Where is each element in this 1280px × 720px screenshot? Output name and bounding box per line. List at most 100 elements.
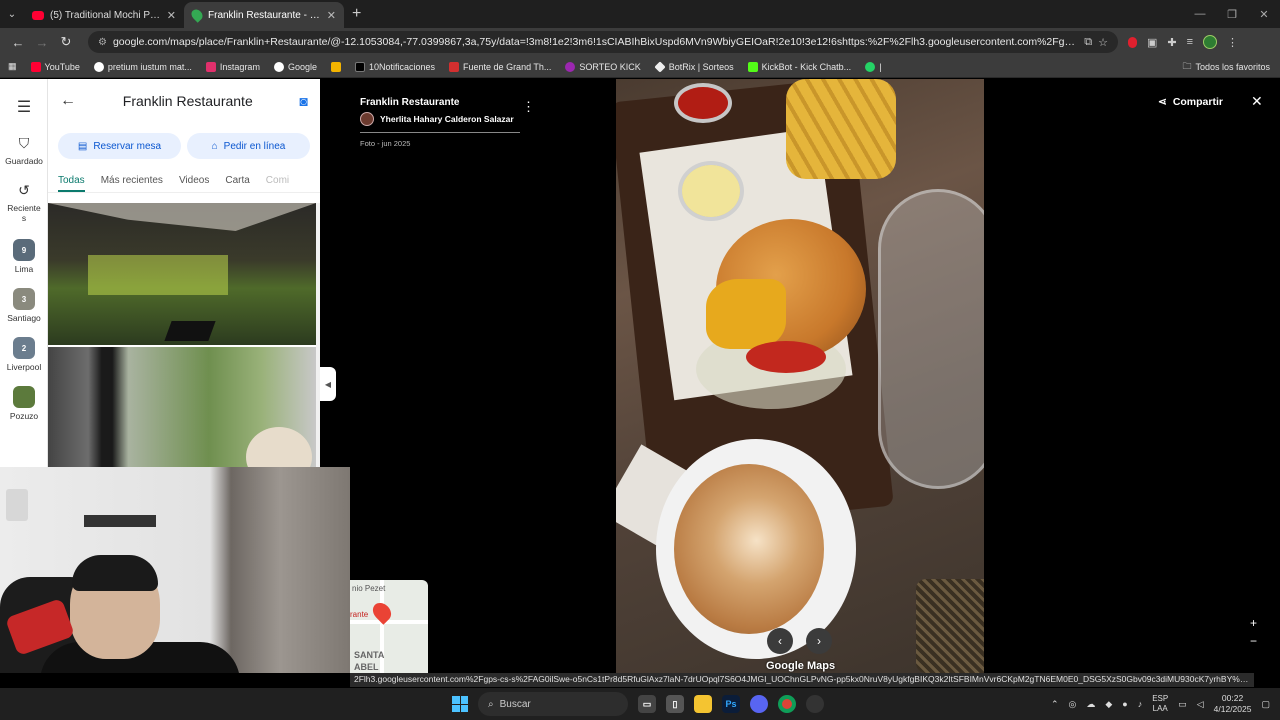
clock[interactable]: 00:22 4/12/2025 <box>1214 693 1252 715</box>
ketchup-shape <box>674 83 732 123</box>
extension-icon[interactable]: ▣ <box>1147 36 1157 49</box>
reserve-table-button[interactable]: ▤ Reservar mesa <box>58 133 181 159</box>
rail-item-liverpool[interactable]: 2 Liverpool <box>0 337 48 372</box>
monitor-icon[interactable]: ▭ <box>1178 699 1187 710</box>
rail-item-lima[interactable]: 9 Lima <box>0 239 48 274</box>
url-field[interactable]: ⚙ google.com/maps/place/Franklin+Restaur… <box>88 31 1118 53</box>
microphone-icon[interactable]: ♪ <box>1138 699 1143 709</box>
task-view-icon[interactable]: ▭ <box>638 695 656 713</box>
file-explorer-icon[interactable] <box>694 695 712 713</box>
road-shape <box>350 620 428 624</box>
bookmark-instagram[interactable]: Instagram <box>205 61 260 72</box>
tray-app-icon[interactable]: ◎ <box>1068 699 1076 710</box>
order-online-button[interactable]: ⌂ Pedir en línea <box>187 133 310 159</box>
bookmarks-folder[interactable]: 🗀 Todos los favoritos <box>1182 59 1270 75</box>
bookmark-sorteo-kick[interactable]: SORTEO KICK <box>565 61 641 72</box>
collapse-panel-button[interactable]: ◀ <box>320 367 336 401</box>
whatsapp-icon <box>865 61 876 72</box>
profile-avatar[interactable] <box>1203 35 1218 49</box>
menu-icon[interactable]: ⋮ <box>1227 36 1238 49</box>
bookmark-kickbot[interactable]: KickBot - Kick Chatb... <box>747 61 851 72</box>
close-tab-icon[interactable]: ✕ <box>167 9 176 22</box>
media-icon[interactable]: ≡ <box>1187 36 1193 48</box>
extension-red-icon[interactable] <box>1128 36 1137 48</box>
panel-scrollbar[interactable] <box>316 203 320 467</box>
bag-icon: ⌂ <box>211 140 218 152</box>
new-tab-button[interactable]: + <box>352 5 361 23</box>
minimap-label: rante <box>350 610 369 619</box>
add-photo-icon[interactable]: ◙ <box>300 93 308 109</box>
menu-button[interactable]: ☰ <box>0 97 48 117</box>
bookmark-fuente[interactable]: Fuente de Grand Th... <box>449 61 551 72</box>
photo-thumbnail-terrace[interactable] <box>48 203 316 345</box>
youtube-icon <box>30 61 41 72</box>
panel-header: ← Franklin Restaurante ◙ <box>48 79 320 123</box>
bookmark-google[interactable]: Google <box>273 61 317 72</box>
taskbar-search[interactable]: ⌕ Buscar <box>478 692 628 716</box>
apps-icon[interactable]: ▦ <box>8 61 17 72</box>
bookmark-youtube[interactable]: YouTube <box>30 61 80 72</box>
rail-item-saved[interactable]: ⛉ Guardado <box>0 135 48 166</box>
tab-all[interactable]: Todas <box>58 175 85 192</box>
rail-item-recent[interactable]: ↺ Reciente s <box>0 182 48 223</box>
tab-google-maps[interactable]: Franklin Restaurante - Google M ✕ <box>184 2 344 28</box>
photo-thumbnail-garden[interactable] <box>48 347 316 487</box>
close-viewer-icon[interactable]: ✕ <box>1251 93 1263 110</box>
place-name[interactable]: Franklin Restaurante <box>360 97 520 108</box>
tray-app-icon[interactable]: ◆ <box>1105 699 1112 710</box>
back-icon[interactable]: ← <box>6 35 30 50</box>
windows-start-icon[interactable] <box>452 696 468 712</box>
tab-youtube[interactable]: (5) Traditional Mochi Pounding ✕ <box>24 2 184 28</box>
next-photo-button[interactable]: › <box>806 628 832 654</box>
prev-photo-button[interactable]: ‹ <box>767 628 793 654</box>
install-icon[interactable]: ⧉ <box>1084 36 1092 49</box>
reload-icon[interactable]: ↻ <box>54 34 78 50</box>
back-arrow-icon[interactable]: ← <box>60 92 76 110</box>
forward-icon[interactable]: → <box>30 35 54 50</box>
bookmark-whatsapp[interactable]: | <box>865 61 882 72</box>
zoom-out-icon[interactable]: − <box>1250 634 1257 648</box>
author-row[interactable]: Yherlita Hahary Calderon Salazar <box>360 112 520 133</box>
chrome-icon[interactable] <box>778 695 796 713</box>
language-indicator[interactable]: ESP LAA <box>1152 694 1168 714</box>
lights-shape <box>88 255 228 295</box>
more-options-icon[interactable]: ⋮ <box>522 99 535 115</box>
tab-menu[interactable]: Carta <box>225 175 249 192</box>
rail-item-pozuzo[interactable]: Pozuzo <box>0 386 48 421</box>
zoom-in-icon[interactable]: + <box>1250 616 1257 630</box>
bookmark-star-icon[interactable]: ☆ <box>1098 36 1108 49</box>
close-window-icon[interactable]: ✕ <box>1248 0 1280 28</box>
obs-icon[interactable] <box>806 695 824 713</box>
shelf-shape <box>84 515 156 527</box>
tab-food[interactable]: Comi <box>266 175 289 192</box>
folder-icon: 🗀 <box>1182 60 1192 71</box>
site-info-icon[interactable]: ⚙ <box>98 37 107 48</box>
author-avatar <box>360 112 374 126</box>
google-maps-logo: Google Maps <box>766 660 836 672</box>
photoshop-icon[interactable]: Ps <box>722 695 740 713</box>
notifications-icon[interactable]: ▢ <box>1261 699 1270 710</box>
bookmark-10notificaciones[interactable]: 10Notificaciones <box>354 61 435 72</box>
tab-recent[interactable]: Más recientes <box>101 175 163 192</box>
tray-app-icon[interactable]: ● <box>1122 699 1127 709</box>
tab-videos[interactable]: Videos <box>179 175 209 192</box>
close-tab-icon[interactable]: ✕ <box>327 9 336 22</box>
main-photo[interactable] <box>616 79 984 673</box>
bookmark-unnamed[interactable] <box>330 61 341 72</box>
minimize-icon[interactable]: — <box>1184 0 1216 28</box>
app-icon[interactable]: ▯ <box>666 695 684 713</box>
button-label: Pedir en línea <box>223 140 286 152</box>
tab-search-icon[interactable]: ⌄ <box>0 0 24 28</box>
minimap[interactable]: nio Pezet rante SANTA ABEL <box>350 580 428 673</box>
bookmark-botrix[interactable]: BotRix | Sorteos <box>654 60 734 73</box>
bookmark-pretium[interactable]: pretium iustum mat... <box>93 61 192 72</box>
puzzle-icon[interactable]: ✚ <box>1167 36 1176 49</box>
discord-icon[interactable] <box>750 695 768 713</box>
restore-icon[interactable]: ❐ <box>1216 0 1248 28</box>
volume-icon[interactable]: ◁ <box>1197 699 1204 710</box>
share-button[interactable]: ⋖ Compartir <box>1158 96 1223 108</box>
date: 4/12/2025 <box>1213 704 1252 714</box>
cloud-icon[interactable]: ☁ <box>1086 699 1095 710</box>
tray-chevron-icon[interactable]: ⌃ <box>1051 699 1059 710</box>
rail-item-santiago[interactable]: 3 Santiago <box>0 288 48 323</box>
